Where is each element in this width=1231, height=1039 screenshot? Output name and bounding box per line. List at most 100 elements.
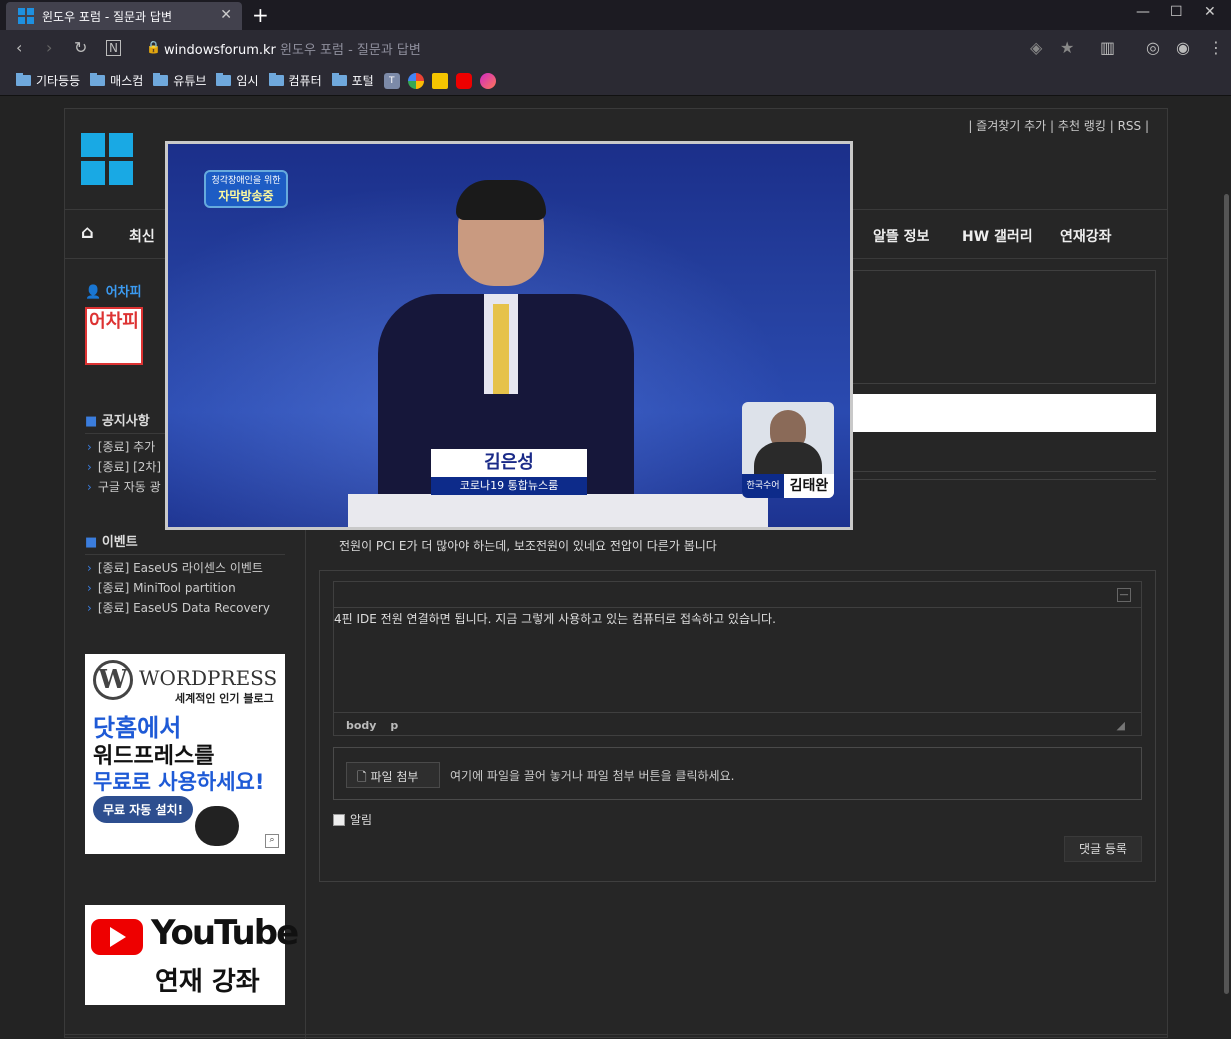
google-bookmark-icon[interactable] — [407, 72, 424, 89]
windows-favicon-icon — [18, 8, 34, 24]
url-bar[interactable]: windowsforum.kr 윈도우 포럼 - 질문과 답변 — [164, 39, 421, 58]
screenshot-icon[interactable]: ◎ — [1146, 38, 1160, 57]
anchor-hair — [456, 180, 546, 220]
bookmark-folder[interactable]: 매스컴 — [90, 72, 143, 89]
zoom-icon[interactable]: ⌕ — [265, 834, 279, 848]
close-tab-icon[interactable]: ✕ — [220, 7, 232, 23]
bookmark-folder[interactable]: 유튜브 — [153, 72, 206, 89]
back-icon[interactable]: ‹ — [16, 38, 22, 57]
reader-icon[interactable]: N — [106, 40, 121, 56]
scrollbar[interactable] — [1223, 192, 1231, 994]
bookmark-folder[interactable]: 임시 — [216, 72, 259, 89]
mouse-icon — [195, 806, 239, 846]
bookmark-star-icon[interactable]: ★ — [1060, 38, 1074, 57]
notice-list: [종료] 추가 [종료] [2차] 구글 자동 광 — [87, 437, 161, 497]
resize-handle-icon[interactable]: ◢ — [1117, 719, 1125, 732]
file-upload-area[interactable]: 🗋 파일 첨부 여기에 파일을 끌어 놓거나 파일 첨부 버튼을 클릭하세요. — [333, 747, 1142, 800]
browser-tab[interactable]: 윈도우 포럼 - 질문과 답변 ✕ — [6, 2, 242, 30]
yt-brand: YouTube — [151, 913, 299, 953]
editor-path: body p ◢ — [334, 712, 1141, 736]
collapse-icon[interactable]: — — [1117, 588, 1131, 602]
purple-bookmark-icon[interactable] — [479, 72, 496, 89]
top-links: | 즐겨찾기 추가 | 추천 랭킹 | RSS | — [968, 119, 1149, 133]
play-icon — [110, 927, 126, 947]
wp-tagline: 세계적인 인기 블로그 — [175, 692, 274, 705]
nav-latest[interactable]: 최신 — [129, 226, 155, 246]
checkbox-icon[interactable] — [333, 813, 345, 826]
list-item[interactable]: [종료] MiniTool partition — [87, 578, 270, 598]
video-popup[interactable]: 청각장애인을 위한 자막방송중 김은성 코로나19 통합뉴스룸 한국수어 김태완 — [165, 141, 853, 530]
library-icon[interactable]: ▥ — [1100, 38, 1115, 57]
white-input-strip[interactable] — [851, 394, 1156, 432]
bookmark-folder[interactable]: 컴퓨터 — [268, 72, 322, 89]
t-bookmark-icon[interactable]: T — [383, 72, 400, 89]
folder-icon — [90, 73, 106, 86]
path-p[interactable]: p — [390, 719, 398, 732]
divider — [85, 554, 285, 555]
youtube-ad-banner[interactable]: YouTube 연재 강좌 — [85, 905, 299, 1005]
reload-icon[interactable]: ↻ — [74, 38, 87, 57]
editor-body[interactable]: 4핀 IDE 전원 연결하면 됩니다. 지금 그렇게 사용하고 있는 컴퓨터로 … — [334, 610, 776, 627]
folder-icon — [216, 73, 232, 86]
pocket-icon[interactable]: ◈ — [1030, 38, 1042, 57]
desk — [348, 494, 768, 527]
folder-icon — [331, 73, 347, 86]
name-caption: 김은성 코로나19 통합뉴스룸 — [431, 449, 587, 495]
new-tab-button[interactable]: + — [252, 3, 269, 27]
comment-text: 전원이 PCI E가 더 많아야 하는데, 보조전원이 있네요 전압이 다른가 … — [339, 539, 717, 553]
nav-deals[interactable]: 알뜰 정보 — [873, 226, 929, 246]
wordpress-ad-banner[interactable]: W WORDPRESS 세계적인 인기 블로그 닷홈에서 워드프레스를 무료로 … — [85, 654, 285, 854]
rss-link[interactable]: RSS — [1118, 119, 1142, 133]
notice-title: ■ 공지사항 — [85, 414, 150, 429]
nav-lectures[interactable]: 연재강좌 — [1060, 226, 1112, 246]
user-name[interactable]: 👤 어차피 — [85, 281, 142, 300]
wp-cta-button: 무료 자동 설치! — [93, 796, 194, 823]
folder-icon — [153, 73, 169, 86]
bookmark-folder[interactable]: 기타등등 — [16, 72, 80, 89]
event-title: ■ 이벤트 — [85, 535, 138, 550]
tab-bar: 윈도우 포럼 - 질문과 답변 ✕ + — ☐ ✕ — [0, 0, 1231, 30]
tab-title: 윈도우 포럼 - 질문과 답변 — [42, 9, 172, 24]
navigation-bar: ‹ › ↻ N 🔒 windowsforum.kr 윈도우 포럼 - 질문과 답… — [0, 30, 1231, 66]
maximize-icon[interactable]: ☐ — [1170, 4, 1183, 20]
wp-line3: 무료로 사용하세요! — [93, 770, 265, 794]
youtube-bookmark-icon[interactable] — [455, 72, 472, 89]
list-item[interactable]: [종료] 추가 — [87, 437, 161, 457]
path-body[interactable]: body — [346, 719, 376, 732]
account-icon[interactable]: ◉ — [1176, 38, 1190, 57]
file-hint: 여기에 파일을 끌어 놓거나 파일 첨부 버튼을 클릭하세요. — [450, 769, 735, 783]
bookmarks-bar: 기타등등 매스컴 유튜브 임시 컴퓨터 포털 T — [0, 66, 1231, 96]
list-item[interactable]: [종료] EaseUS Data Recovery — [87, 598, 270, 618]
ranking-link[interactable]: 추천 랭킹 — [1058, 119, 1106, 133]
wp-brand: WORDPRESS — [139, 666, 278, 690]
editor-area[interactable]: — 4핀 IDE 전원 연결하면 됩니다. 지금 그렇게 사용하고 있는 컴퓨터… — [333, 581, 1142, 736]
interpreter-caption: 한국수어 김태완 — [742, 474, 834, 498]
minimize-icon[interactable]: — — [1136, 4, 1150, 20]
comment-editor: — 4핀 IDE 전원 연결하면 됩니다. 지금 그렇게 사용하고 있는 컴퓨터… — [319, 570, 1156, 882]
editor-toolbar: — — [334, 582, 1141, 608]
forward-icon[interactable]: › — [46, 38, 52, 57]
list-item[interactable]: 구글 자동 광 — [87, 477, 161, 497]
url-domain: windowsforum.kr — [164, 43, 276, 58]
windows-logo[interactable] — [81, 133, 133, 185]
map-bookmark-icon[interactable] — [431, 72, 448, 89]
menu-icon[interactable]: ⋮ — [1208, 38, 1224, 57]
yt-subtitle: 연재 강좌 — [155, 967, 260, 997]
wordpress-logo-icon: W — [93, 660, 133, 700]
nav-hw-gallery[interactable]: HW 갤러리 — [962, 226, 1033, 246]
sign-language-inset: 한국수어 김태완 — [742, 402, 834, 498]
notify-checkbox[interactable]: 알림 — [333, 811, 372, 828]
list-item[interactable]: [종료] [2차] — [87, 457, 161, 477]
favorites-link[interactable]: 즐겨찾기 추가 — [976, 119, 1046, 133]
list-item[interactable]: [종료] EaseUS 라이센스 이벤트 — [87, 558, 270, 578]
anchor-tie — [493, 304, 509, 394]
submit-comment-button[interactable]: 댓글 등록 — [1064, 836, 1142, 862]
file-icon: 🗋 — [357, 770, 367, 784]
avatar[interactable]: 어차피 — [85, 307, 143, 365]
close-window-icon[interactable]: ✕ — [1204, 4, 1216, 20]
event-list: [종료] EaseUS 라이센스 이벤트 [종료] MiniTool parti… — [87, 558, 270, 618]
home-icon[interactable]: ⌂ — [81, 222, 94, 243]
bookmark-folder[interactable]: 포털 — [331, 72, 374, 89]
url-page-title: 윈도우 포럼 - 질문과 답변 — [280, 43, 421, 58]
file-attach-button[interactable]: 🗋 파일 첨부 — [346, 762, 440, 788]
